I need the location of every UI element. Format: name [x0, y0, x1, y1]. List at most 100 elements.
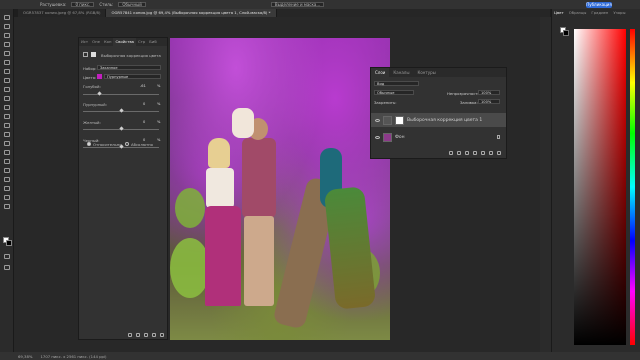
eye-icon[interactable]	[375, 135, 380, 139]
clip-to-layer-icon[interactable]	[128, 333, 132, 337]
opacity-input[interactable]: 100%	[478, 90, 500, 95]
crop-tool-icon[interactable]	[4, 51, 10, 56]
zoom-level[interactable]: 69,38%	[18, 354, 32, 359]
link-layers-icon[interactable]	[449, 151, 453, 155]
document-tab-2[interactable]: OGR57841 копия.jpg @ 69,4% (Выборочная к…	[106, 9, 277, 17]
eraser-tool-icon[interactable]	[4, 114, 10, 119]
cyan-slider-label: Голубой:	[83, 84, 101, 89]
options-bar: Растушевка: 0 пикс. Стиль: Обычный Выдел…	[0, 0, 640, 9]
cyan-slider-value[interactable]: -61	[140, 84, 146, 88]
mask-icon[interactable]	[91, 52, 96, 57]
status-bar: 69,38% 1707 пикс. x 2561 пикс. (144 ppi)	[0, 352, 640, 360]
yellow-slider-value[interactable]: 0	[143, 120, 145, 124]
document-tab-1[interactable]: OGR57837 копия.jpeg @ 67,8% (RGB/8)	[18, 9, 107, 17]
absolute-radio-label: Абсолютно	[131, 142, 153, 147]
tab-patterns[interactable]: Узоры	[611, 9, 627, 17]
add-mask-icon[interactable]	[465, 151, 469, 155]
eyedropper-tool-icon[interactable]	[4, 69, 10, 74]
layers-panel: Слои Каналы Контуры Вид Обычные Непрозра…	[370, 67, 507, 159]
magenta-swatch	[97, 74, 102, 79]
background-color-swatch[interactable]	[6, 240, 12, 246]
tab-comments[interactable]: Кон	[102, 38, 114, 46]
screen-mode-icon[interactable]	[4, 265, 10, 270]
preset-select[interactable]: Заказное	[97, 65, 161, 70]
dodge-tool-icon[interactable]	[4, 141, 10, 146]
move-tool-icon[interactable]	[4, 15, 10, 20]
colors-select[interactable]: Пурпурные	[104, 74, 161, 79]
adjustment-layer-thumbnail	[383, 115, 392, 125]
tab-gradients[interactable]: Градиен	[589, 9, 610, 17]
absolute-radio[interactable]	[125, 142, 129, 146]
brush-tool-icon[interactable]	[4, 87, 10, 92]
new-layer-icon[interactable]	[489, 151, 493, 155]
layer-row-adjustment[interactable]: Выборочная коррекция цвета 1	[371, 113, 506, 127]
tab-channels[interactable]: Каналы	[389, 68, 413, 77]
frame-tool-icon[interactable]	[4, 60, 10, 65]
feather-input[interactable]: 0 пикс.	[71, 2, 95, 7]
layer-name: Фон	[395, 134, 405, 140]
feather-label: Растушевка:	[40, 2, 67, 7]
zoom-tool-icon[interactable]	[4, 195, 10, 200]
lock-icon[interactable]	[497, 135, 500, 139]
stamp-tool-icon[interactable]	[4, 96, 10, 101]
healing-tool-icon[interactable]	[4, 78, 10, 83]
layers-tabs: Слои Каналы Контуры	[371, 68, 506, 77]
hand-tool-icon[interactable]	[4, 186, 10, 191]
fill-input[interactable]: 100%	[478, 99, 500, 104]
tab-actions[interactable]: Опе	[90, 38, 102, 46]
yellow-slider-label: Желтый:	[83, 120, 101, 125]
tab-layers[interactable]: Слои	[371, 68, 390, 77]
magenta-slider-value[interactable]: 0	[143, 102, 145, 106]
tab-paragraph-styles[interactable]: Стр	[136, 38, 147, 46]
relative-radio[interactable]	[87, 142, 91, 146]
fx-icon[interactable]	[457, 151, 461, 155]
background-color-chip[interactable]	[563, 30, 569, 36]
view-previous-icon[interactable]	[136, 333, 140, 337]
layer-mask-thumbnail[interactable]	[395, 115, 404, 125]
pen-tool-icon[interactable]	[4, 150, 10, 155]
new-adjustment-icon[interactable]	[473, 151, 477, 155]
tab-libraries[interactable]: Биб	[147, 38, 158, 46]
document-tabbar: OGR57837 копия.jpeg @ 67,8% (RGB/8) OGR5…	[18, 9, 550, 17]
reset-icon[interactable]	[144, 333, 148, 337]
yellow-unit: %	[157, 120, 161, 124]
quick-mask-icon[interactable]	[4, 254, 10, 259]
style-select[interactable]: Обычный	[118, 2, 146, 7]
trash-icon[interactable]	[497, 151, 501, 155]
tab-swatches[interactable]: Образцы	[567, 9, 589, 17]
document-photo[interactable]	[170, 38, 390, 340]
properties-panel: Ист Опе Кон Свойства Стр Биб Выборочная …	[78, 37, 168, 340]
visibility-icon[interactable]	[152, 333, 156, 337]
marquee-tool-icon[interactable]	[4, 24, 10, 29]
layer-filter-select[interactable]: Вид	[374, 81, 419, 86]
share-button[interactable]: Публикация	[586, 2, 612, 8]
path-select-tool-icon[interactable]	[4, 168, 10, 173]
relative-radio-label: Относительно	[93, 142, 122, 147]
quick-select-tool-icon[interactable]	[4, 42, 10, 47]
color-panel-tabs: Цвет Образцы Градиен Узоры	[552, 9, 640, 17]
more-tools-icon[interactable]	[4, 204, 10, 209]
preset-label: Набор:	[83, 66, 97, 71]
layer-row-background[interactable]: Фон	[371, 130, 506, 144]
select-mask-button[interactable]: Выделение и маска...	[270, 2, 325, 7]
lasso-tool-icon[interactable]	[4, 33, 10, 38]
document-info: 1707 пикс. x 2561 пикс. (144 ppi)	[40, 353, 107, 359]
eye-icon[interactable]	[375, 118, 380, 122]
tab-history[interactable]: Ист	[79, 38, 90, 46]
trash-icon[interactable]	[160, 333, 164, 337]
tab-properties[interactable]: Свойства	[113, 38, 137, 46]
gradient-tool-icon[interactable]	[4, 123, 10, 128]
background-layer-thumbnail	[383, 132, 392, 142]
hue-slider[interactable]	[630, 29, 635, 345]
color-field[interactable]	[574, 29, 626, 345]
type-tool-icon[interactable]	[4, 159, 10, 164]
black-unit: %	[157, 138, 161, 142]
tab-color[interactable]: Цвет	[552, 9, 566, 17]
tab-paths[interactable]: Контуры	[413, 68, 439, 77]
blend-mode-select[interactable]: Обычные	[374, 90, 414, 95]
shape-tool-icon[interactable]	[4, 177, 10, 182]
new-group-icon[interactable]	[481, 151, 485, 155]
history-brush-tool-icon[interactable]	[4, 105, 10, 110]
cyan-slider-track[interactable]	[83, 94, 159, 95]
blur-tool-icon[interactable]	[4, 132, 10, 137]
